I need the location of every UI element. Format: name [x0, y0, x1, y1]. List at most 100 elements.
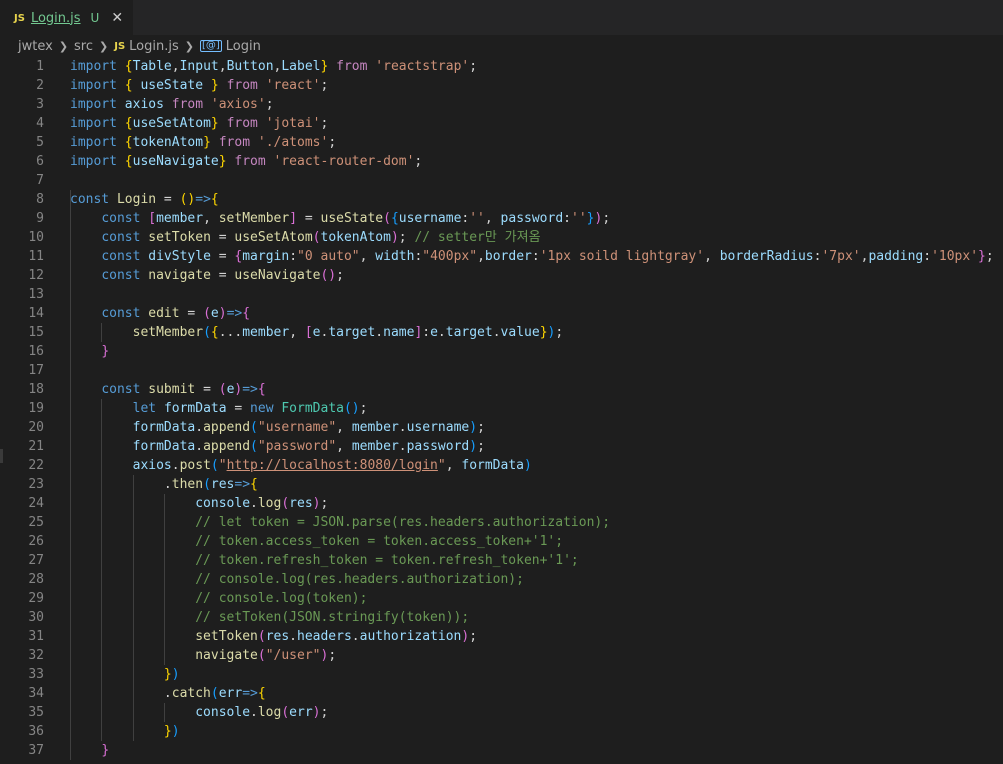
code-line[interactable]: 31 setToken(res.headers.authorization);	[0, 627, 1003, 646]
tab-login-js[interactable]: JS Login.js U ✕	[0, 0, 134, 35]
code-line[interactable]: 2 import { useState } from 'react';	[0, 76, 1003, 95]
line-number: 10	[28, 230, 44, 245]
code-line[interactable]: 35 console.log(err);	[0, 703, 1003, 722]
breadcrumb-folder[interactable]: src	[74, 39, 93, 54]
indent-guide	[163, 551, 165, 570]
indent-guide	[70, 247, 71, 266]
indent-guide	[70, 684, 71, 703]
code-line[interactable]: 26 // token.access_token = token.access_…	[0, 532, 1003, 551]
breadcrumb-root[interactable]: jwtex	[18, 39, 53, 54]
code-line[interactable]: 32 navigate("/user");	[0, 646, 1003, 665]
indent-guide	[101, 475, 103, 494]
code-line[interactable]: 16 }	[0, 342, 1003, 361]
code-token: {	[124, 154, 133, 169]
code-line[interactable]: 22 axios.post("http://localhost:8080/log…	[0, 456, 1003, 475]
code-line[interactable]: 27 // token.refresh_token = token.refres…	[0, 551, 1003, 570]
code-line[interactable]: 33 })	[0, 665, 1003, 684]
indent-guide	[132, 494, 134, 513]
code-token: (	[281, 705, 290, 720]
indent-guide	[70, 361, 71, 380]
indent-guide	[101, 494, 103, 513]
code-editor[interactable]: 1 import {Table,Input,Button,Label} from …	[0, 57, 1003, 760]
indent-guide	[70, 722, 71, 741]
code-line[interactable]: 1 import {Table,Input,Button,Label} from …	[0, 57, 1003, 76]
code-line[interactable]: 9 const [member, setMember] = useState({…	[0, 209, 1003, 228]
code-line[interactable]: 13	[0, 285, 1003, 304]
code-line[interactable]: 17	[0, 361, 1003, 380]
code-line[interactable]: 34 .catch(err=>{	[0, 684, 1003, 703]
code-line[interactable]: 12 const navigate = useNavigate();	[0, 266, 1003, 285]
code-line[interactable]: 37 }	[0, 741, 1003, 760]
code-token: ''	[571, 211, 587, 226]
line-number: 16	[28, 344, 44, 359]
code-token: :	[923, 249, 932, 264]
code-token: // let token = JSON.parse(res.headers.au…	[195, 515, 611, 530]
indent-guide	[163, 513, 165, 532]
code-line[interactable]: 36 })	[0, 722, 1003, 741]
code-token: .	[437, 325, 446, 340]
indent-guide	[101, 532, 103, 551]
code-line[interactable]: 7	[0, 171, 1003, 190]
code-line[interactable]: 8 const Login = ()=>{	[0, 190, 1003, 209]
code-line[interactable]: 3 import axios from 'axios';	[0, 95, 1003, 114]
code-token: .	[289, 629, 297, 644]
code-token: setMember	[132, 325, 204, 340]
breadcrumb-symbol[interactable]: Login	[226, 39, 261, 54]
code-line[interactable]: 4 import {useSetAtom} from 'jotai';	[0, 114, 1003, 133]
code-token: headers	[297, 629, 352, 644]
line-number: 2	[36, 78, 44, 93]
code-line[interactable]: 11 const divStyle = {margin:"0 auto", wi…	[0, 247, 1003, 266]
code-token: let	[132, 401, 157, 416]
indent-guide	[70, 228, 71, 247]
code-token: res	[289, 496, 313, 511]
code-line[interactable]: 25 // let token = JSON.parse(res.headers…	[0, 513, 1003, 532]
indent-guide	[132, 532, 134, 551]
code-line[interactable]: 5 import {tokenAtom} from './atoms';	[0, 133, 1003, 152]
code-line[interactable]: 18 const submit = (e)=>{	[0, 380, 1003, 399]
code-token: ;	[320, 705, 329, 720]
indent-guide	[163, 703, 165, 722]
code-token: err	[289, 705, 313, 720]
code-text: .then(res=>{	[70, 475, 258, 494]
code-line[interactable]: 29 // console.log(token);	[0, 589, 1003, 608]
indent-guide	[132, 627, 134, 646]
line-number: 27	[28, 553, 44, 568]
indent-guide	[101, 646, 103, 665]
code-line[interactable]: 21 formData.append("password", member.pa…	[0, 437, 1003, 456]
indent-guide	[70, 266, 71, 285]
code-token: ;	[265, 97, 274, 112]
code-line[interactable]: 19 let formData = new FormData();	[0, 399, 1003, 418]
code-line[interactable]: 6 import {useNavigate} from 'react-router…	[0, 152, 1003, 171]
line-number: 26	[28, 534, 44, 549]
code-token: }	[210, 78, 219, 93]
breadcrumb-file[interactable]: Login.js	[129, 39, 179, 54]
git-status-badge: U	[90, 11, 100, 25]
code-line[interactable]: 23 .then(res=>{	[0, 475, 1003, 494]
code-token: {	[210, 325, 219, 340]
code-line[interactable]: 10 const setToken = useSetAtom(tokenAtom…	[0, 228, 1003, 247]
code-line[interactable]: 14 const edit = (e)=>{	[0, 304, 1003, 323]
close-icon[interactable]: ✕	[111, 10, 123, 26]
code-line[interactable]: 15 setMember({...member, [e.target.name]…	[0, 323, 1003, 342]
code-token: authorization	[359, 629, 462, 644]
code-text: formData.append("password", member.passw…	[70, 437, 485, 456]
code-line[interactable]: 20 formData.append("username", member.us…	[0, 418, 1003, 437]
line-number: 35	[28, 705, 44, 720]
code-token: :	[531, 249, 540, 264]
code-line[interactable]: 24 console.log(res);	[0, 494, 1003, 513]
chevron-right-icon: ❯	[184, 39, 194, 53]
code-token: "	[218, 458, 227, 473]
code-token: )	[469, 439, 478, 454]
code-line[interactable]: 28 // console.log(res.headers.authorizat…	[0, 570, 1003, 589]
code-token: ()	[343, 401, 360, 416]
code-token: e	[210, 306, 219, 321]
code-token: res	[265, 629, 290, 644]
line-number: 28	[28, 572, 44, 587]
code-line[interactable]: 30 // setToken(JSON.stringify(token));	[0, 608, 1003, 627]
indent-guide	[70, 551, 71, 570]
code-token: "0 auto"	[297, 249, 360, 264]
code-token: from	[234, 154, 266, 169]
